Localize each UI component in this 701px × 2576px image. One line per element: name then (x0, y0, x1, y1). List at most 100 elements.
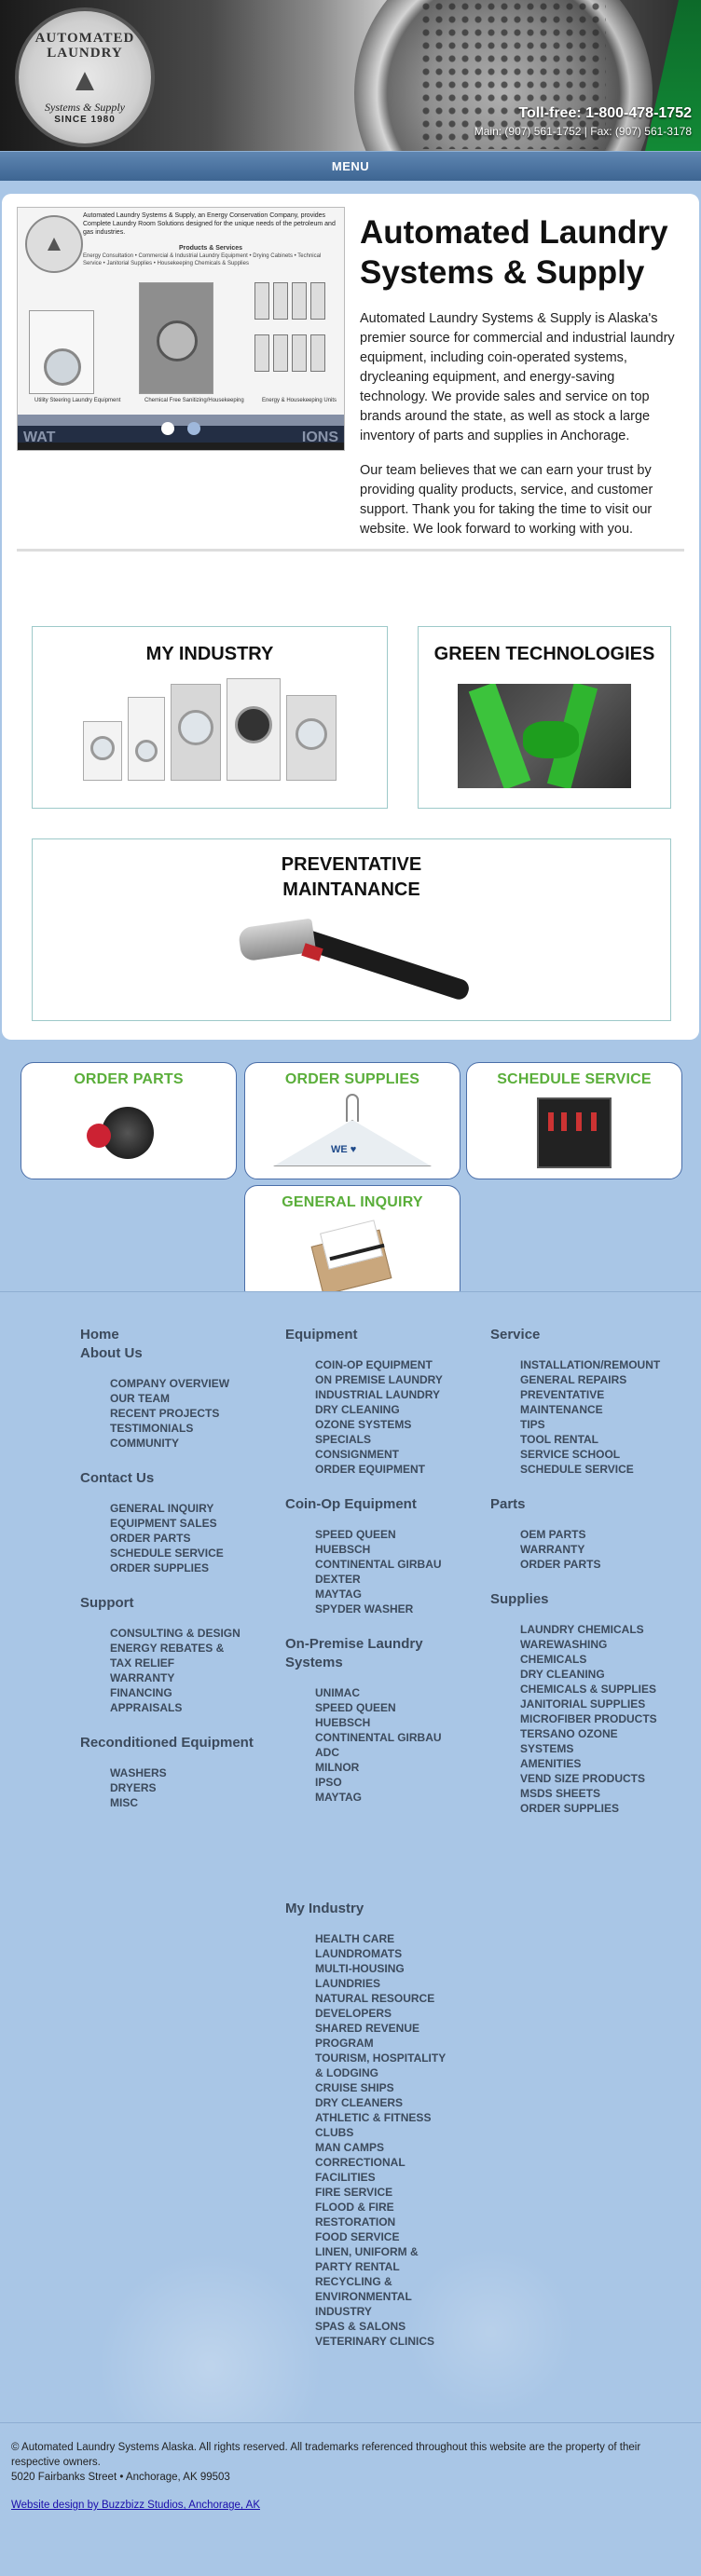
footer-nav-link[interactable]: SPAS & SALONS (315, 2319, 472, 2334)
footer-nav-link[interactable]: OUR TEAM (110, 1391, 267, 1406)
footer-nav-link[interactable]: WARRANTY (520, 1542, 677, 1557)
footer-nav-link[interactable]: GENERAL REPAIRS (520, 1372, 677, 1387)
footer-nav-link[interactable]: RECYCLING & (315, 2274, 472, 2289)
footer-nav-link[interactable]: WARRANTY (110, 1670, 267, 1685)
footer-nav-link[interactable]: HUEBSCH (315, 1542, 472, 1557)
footer-nav-link[interactable]: SPYDER WASHER (315, 1601, 472, 1616)
footer-nav-link[interactable]: CONTINENTAL GIRBAU (315, 1557, 472, 1572)
general-inquiry-button[interactable]: GENERAL INQUIRY (244, 1185, 460, 1302)
footer-nav-link[interactable]: CHEMICALS (520, 1652, 677, 1667)
footer-nav-link[interactable]: COMMUNITY (110, 1436, 267, 1451)
preventative-maintenance-box[interactable]: PREVENTATIVE MAINTANANCE (32, 838, 671, 1021)
footer-nav-link[interactable]: WAREWASHING (520, 1637, 677, 1652)
footer-nav-link[interactable]: WASHERS (110, 1765, 267, 1780)
footer-heading-supplies[interactable]: Supplies (490, 1590, 677, 1609)
footer-nav-link[interactable]: OEM PARTS (520, 1527, 677, 1542)
footer-heading-equipment[interactable]: Equipment (285, 1326, 472, 1344)
footer-nav-link[interactable]: PROGRAM (315, 2036, 472, 2051)
footer-nav-link[interactable]: COMPANY OVERVIEW (110, 1376, 267, 1391)
footer-nav-link[interactable]: TOOL RENTAL (520, 1432, 677, 1447)
footer-nav-link[interactable]: RESTORATION (315, 2215, 472, 2229)
footer-nav-link[interactable]: TERSANO OZONE (520, 1726, 677, 1741)
order-parts-button[interactable]: ORDER PARTS (21, 1062, 237, 1179)
footer-nav-link[interactable]: SERVICE SCHOOL (520, 1447, 677, 1462)
footer-nav-link[interactable]: SYSTEMS (520, 1741, 677, 1756)
footer-nav-link[interactable]: CONSIGNMENT (315, 1447, 472, 1462)
footer-nav-link[interactable]: LINEN, UNIFORM & (315, 2244, 472, 2259)
footer-nav-link[interactable]: MISC (110, 1795, 267, 1810)
footer-nav-link[interactable]: MAN CAMPS (315, 2140, 472, 2155)
footer-nav-link[interactable]: MICROFIBER PRODUCTS (520, 1711, 677, 1726)
footer-nav-link[interactable]: MILNOR (315, 1760, 472, 1775)
footer-nav-link[interactable]: MULTI-HOUSING (315, 1961, 472, 1976)
footer-nav-link[interactable]: HEALTH CARE (315, 1931, 472, 1946)
footer-nav-link[interactable]: SPEED QUEEN (315, 1527, 472, 1542)
footer-nav-link[interactable]: FACILITIES (315, 2170, 472, 2185)
footer-nav-link[interactable]: JANITORIAL SUPPLIES (520, 1697, 677, 1711)
footer-heading-parts[interactable]: Parts (490, 1495, 677, 1514)
company-logo[interactable]: AUTOMATED LAUNDRY ▲ Systems & Supply SIN… (15, 7, 155, 147)
footer-nav-link[interactable]: LAUNDRY CHEMICALS (520, 1622, 677, 1637)
footer-link-home[interactable]: Home (80, 1326, 267, 1344)
footer-nav-link[interactable]: LAUNDROMATS (315, 1946, 472, 1961)
footer-nav-link[interactable]: NATURAL RESOURCE (315, 1991, 472, 2006)
footer-nav-link[interactable]: HUEBSCH (315, 1715, 472, 1730)
footer-nav-link[interactable]: SPEED QUEEN (315, 1700, 472, 1715)
footer-nav-link[interactable]: ORDER SUPPLIES (520, 1801, 677, 1816)
footer-nav-link[interactable]: TESTIMONIALS (110, 1421, 267, 1436)
footer-nav-link[interactable]: DEXTER (315, 1572, 472, 1587)
slider-dot-1[interactable] (161, 422, 174, 435)
footer-nav-link[interactable]: TOURISM, HOSPITALITY (315, 2051, 472, 2065)
footer-nav-link[interactable]: EQUIPMENT SALES (110, 1516, 267, 1531)
footer-nav-link[interactable]: TAX RELIEF (110, 1656, 267, 1670)
footer-heading-about[interactable]: About Us (80, 1344, 267, 1363)
footer-nav-link[interactable]: INSTALLATION/REMOUNT (520, 1357, 677, 1372)
footer-heading-service[interactable]: Service (490, 1326, 677, 1344)
footer-nav-link[interactable]: FLOOD & FIRE (315, 2200, 472, 2215)
footer-nav-link[interactable]: DRYERS (110, 1780, 267, 1795)
footer-nav-link[interactable]: DEVELOPERS (315, 2006, 472, 2021)
footer-nav-link[interactable]: CONSULTING & DESIGN (110, 1626, 267, 1641)
footer-nav-link[interactable]: UNIMAC (315, 1685, 472, 1700)
footer-nav-link[interactable]: MSDS SHEETS (520, 1786, 677, 1801)
footer-nav-link[interactable]: COIN-OP EQUIPMENT (315, 1357, 472, 1372)
footer-nav-link[interactable]: MAYTAG (315, 1587, 472, 1601)
footer-nav-link[interactable]: CRUISE SHIPS (315, 2080, 472, 2095)
footer-nav-link[interactable]: PREVENTATIVE (520, 1387, 677, 1402)
website-credit-link[interactable]: Website design by Buzzbizz Studios, Anch… (11, 2498, 260, 2513)
footer-heading-on-premise[interactable]: On-Premise Laundry Systems (285, 1635, 472, 1672)
slider-dot-2[interactable] (187, 422, 200, 435)
footer-nav-link[interactable]: VEND SIZE PRODUCTS (520, 1771, 677, 1786)
footer-nav-link[interactable]: DRY CLEANING (315, 1402, 472, 1417)
footer-nav-link[interactable]: TIPS (520, 1417, 677, 1432)
footer-nav-link[interactable]: PARTY RENTAL (315, 2259, 472, 2274)
image-slider[interactable]: ▲ Automated Laundry Systems & Supply, an… (17, 207, 345, 451)
footer-nav-link[interactable]: CHEMICALS & SUPPLIES (520, 1682, 677, 1697)
toll-free-number[interactable]: Toll-free: 1-800-478-1752 (474, 105, 692, 122)
footer-nav-link[interactable]: GENERAL INQUIRY (110, 1501, 267, 1516)
schedule-service-button[interactable]: SCHEDULE SERVICE (466, 1062, 682, 1179)
footer-nav-link[interactable]: FOOD SERVICE (315, 2229, 472, 2244)
footer-nav-link[interactable]: SHARED REVENUE (315, 2021, 472, 2036)
footer-nav-link[interactable]: ENERGY REBATES & (110, 1641, 267, 1656)
footer-nav-link[interactable]: ORDER SUPPLIES (110, 1561, 267, 1575)
footer-nav-link[interactable]: APPRAISALS (110, 1700, 267, 1715)
footer-nav-link[interactable]: SCHEDULE SERVICE (110, 1546, 267, 1561)
menu-bar[interactable]: MENU (0, 151, 701, 181)
menu-button[interactable]: MENU (332, 159, 369, 173)
footer-nav-link[interactable]: DRY CLEANING (520, 1667, 677, 1682)
footer-nav-link[interactable]: AMENITIES (520, 1756, 677, 1771)
footer-nav-link[interactable]: VETERINARY CLINICS (315, 2334, 472, 2349)
footer-heading-my-industry[interactable]: My Industry (285, 1900, 472, 1918)
footer-nav-link[interactable]: INDUSTRY (315, 2304, 472, 2319)
footer-nav-link[interactable]: ON PREMISE LAUNDRY (315, 1372, 472, 1387)
footer-nav-link[interactable]: INDUSTRIAL LAUNDRY (315, 1387, 472, 1402)
footer-nav-link[interactable]: CORRECTIONAL (315, 2155, 472, 2170)
footer-nav-link[interactable]: ENVIRONMENTAL (315, 2289, 472, 2304)
green-technologies-box[interactable]: GREEN TECHNOLOGIES (418, 626, 671, 809)
footer-nav-link[interactable]: ORDER PARTS (520, 1557, 677, 1572)
footer-nav-link[interactable]: FIRE SERVICE (315, 2185, 472, 2200)
footer-nav-link[interactable]: ATHLETIC & FITNESS (315, 2110, 472, 2125)
footer-nav-link[interactable]: OZONE SYSTEMS (315, 1417, 472, 1432)
footer-nav-link[interactable]: ORDER EQUIPMENT (315, 1462, 472, 1477)
